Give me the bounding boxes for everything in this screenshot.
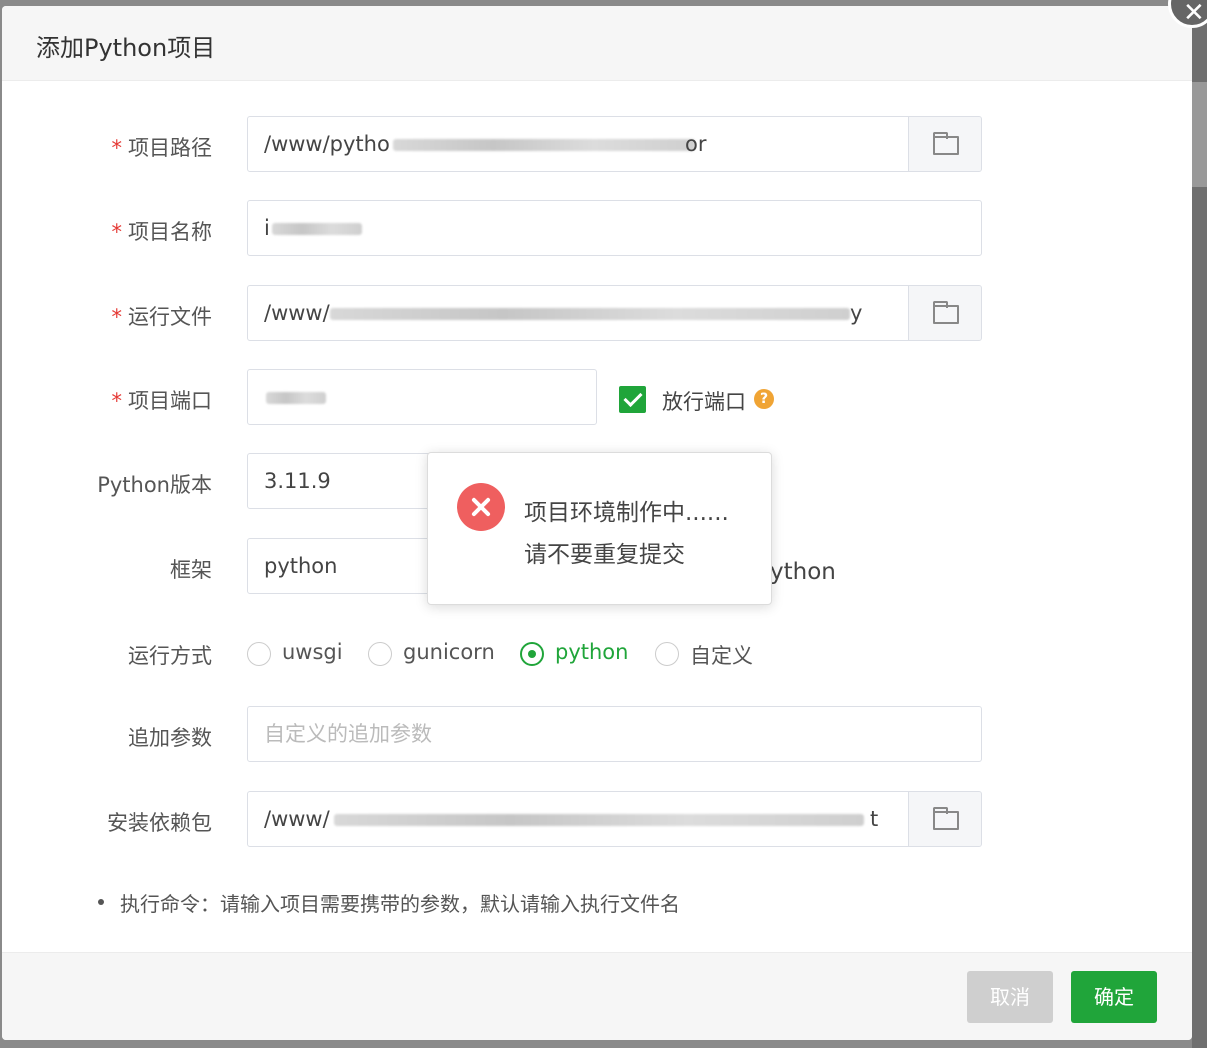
radio-label: gunicorn bbox=[403, 640, 495, 664]
label-project-path: * 项目路径 bbox=[112, 132, 213, 162]
label-project-name: * 项目名称 bbox=[112, 216, 213, 246]
label-python-version: Python版本 bbox=[97, 473, 212, 497]
requirements-input[interactable]: /www/ t bbox=[247, 791, 982, 847]
close-icon: ✕ bbox=[1183, 0, 1205, 28]
dialog-header: 添加Python项目 bbox=[2, 6, 1192, 81]
error-icon bbox=[457, 483, 505, 531]
input-value: /www/pytho bbox=[264, 132, 390, 156]
radio-circle bbox=[520, 642, 544, 666]
command-tip: 执行命令：请输入项目需要携带的参数，默认请输入执行文件名 bbox=[98, 888, 680, 917]
input-value-suffix: t bbox=[870, 807, 879, 831]
label-text: 运行文件 bbox=[128, 305, 212, 329]
dialog-footer: 取消 确定 bbox=[2, 952, 1192, 1040]
folder-icon bbox=[933, 132, 959, 155]
radio-circle bbox=[368, 642, 392, 666]
redacted-text bbox=[334, 814, 864, 826]
label-run-file: * 运行文件 bbox=[112, 301, 213, 331]
backdrop bbox=[1192, 0, 1207, 1048]
label-run-mode: 运行方式 bbox=[128, 644, 212, 668]
run-file-folder-button[interactable] bbox=[908, 286, 981, 340]
add-python-project-dialog: 添加Python项目 * 项目路径 /www/pytho or * 项目名称 i *… bbox=[2, 6, 1192, 1040]
error-toast: 项目环境制作中...... 请不要重复提交 bbox=[427, 452, 772, 605]
framework-hint-text: ython bbox=[770, 559, 836, 585]
radio-gunicorn[interactable]: gunicorn bbox=[368, 640, 498, 666]
label-extra-params: 追加参数 bbox=[128, 726, 212, 750]
help-icon[interactable]: ? bbox=[754, 389, 774, 409]
open-port-label[interactable]: 放行端口 bbox=[662, 386, 746, 416]
label-text: 项目端口 bbox=[128, 389, 212, 413]
requirements-folder-button[interactable] bbox=[908, 792, 981, 846]
label-requirements: 安装依赖包 bbox=[107, 811, 212, 835]
redacted-text bbox=[272, 223, 362, 235]
open-port-checkbox[interactable] bbox=[619, 386, 646, 413]
backdrop-band bbox=[1192, 82, 1207, 187]
project-port-input[interactable] bbox=[247, 369, 597, 425]
confirm-button[interactable]: 确定 bbox=[1071, 971, 1157, 1023]
input-value: /www/ bbox=[264, 301, 330, 325]
folder-icon bbox=[933, 807, 959, 830]
required-mark: * bbox=[111, 136, 123, 160]
radio-label: python bbox=[555, 640, 629, 664]
cancel-button[interactable]: 取消 bbox=[967, 971, 1053, 1023]
project-name-input[interactable]: i bbox=[247, 200, 982, 256]
extra-params-input[interactable]: 自定义的追加参数 bbox=[247, 706, 982, 762]
radio-label: 自定义 bbox=[690, 644, 753, 668]
label-text: 项目名称 bbox=[128, 220, 212, 244]
required-mark: * bbox=[111, 305, 123, 329]
input-value-suffix: y bbox=[850, 301, 863, 325]
radio-label: uwsgi bbox=[282, 640, 343, 664]
radio-custom[interactable]: 自定义 bbox=[655, 640, 765, 668]
project-path-input[interactable]: /www/pytho or bbox=[247, 116, 982, 172]
folder-icon bbox=[933, 301, 959, 324]
required-mark: * bbox=[111, 389, 123, 413]
tip-text: 执行命令：请输入项目需要携带的参数，默认请输入执行文件名 bbox=[120, 892, 680, 916]
required-mark: * bbox=[111, 220, 123, 244]
label-framework: 框架 bbox=[170, 558, 212, 582]
project-path-folder-button[interactable] bbox=[908, 117, 981, 171]
toast-message-line2: 请不要重复提交 bbox=[524, 542, 685, 568]
redacted-text bbox=[393, 139, 695, 151]
label-text: 项目路径 bbox=[128, 136, 212, 160]
input-value: /www/ bbox=[264, 807, 330, 831]
toast-message-line1: 项目环境制作中...... bbox=[524, 500, 729, 526]
redacted-text bbox=[266, 392, 326, 404]
radio-uwsgi[interactable]: uwsgi bbox=[247, 640, 347, 666]
input-value: i bbox=[264, 216, 270, 240]
input-value-suffix: or bbox=[685, 132, 707, 156]
redacted-text bbox=[330, 308, 850, 320]
radio-circle bbox=[655, 642, 679, 666]
label-project-port: * 项目端口 bbox=[112, 385, 213, 415]
radio-python[interactable]: python bbox=[520, 640, 635, 666]
run-file-input[interactable]: /www/ y bbox=[247, 285, 982, 341]
dialog-title: 添加Python项目 bbox=[36, 34, 216, 62]
radio-circle bbox=[247, 642, 271, 666]
